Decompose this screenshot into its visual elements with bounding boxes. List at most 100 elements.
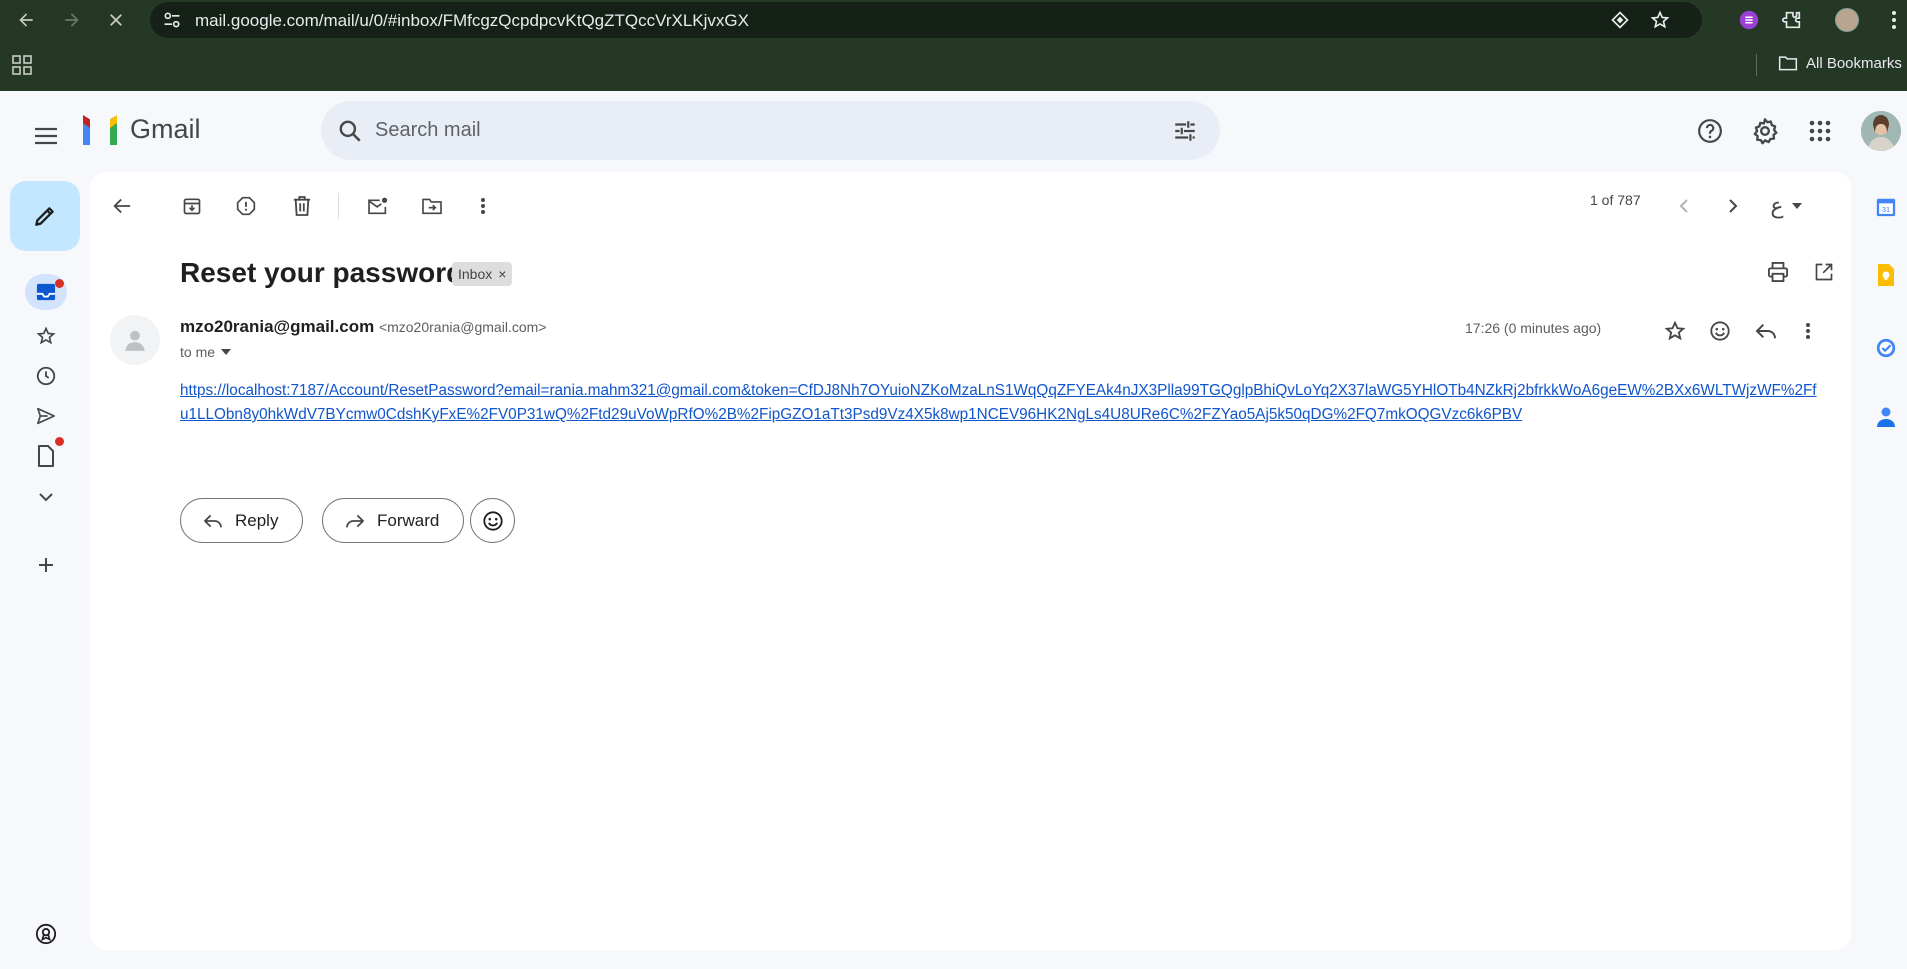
pencil-icon — [32, 203, 58, 229]
reply-icon — [203, 513, 223, 529]
account-avatar[interactable] — [1861, 111, 1901, 151]
folder-move-icon — [421, 197, 443, 215]
lens-icon[interactable] — [1610, 10, 1630, 30]
draft-file-icon — [37, 445, 55, 467]
message-more-button[interactable] — [1790, 313, 1826, 349]
add-reaction-button[interactable] — [1702, 313, 1738, 349]
rail-snoozed[interactable] — [26, 360, 66, 392]
sender-avatar — [110, 315, 160, 365]
address-bar[interactable]: mail.google.com/mail/u/0/#inbox/FMfcgzQc… — [150, 2, 1702, 38]
sender-email: <mzo20rania@gmail.com> — [378, 319, 547, 335]
badge-award-icon — [35, 923, 57, 945]
stop-loading-icon[interactable] — [102, 6, 130, 34]
extensions-puzzle-icon[interactable] — [1778, 6, 1806, 34]
chevron-right-icon — [1728, 198, 1738, 214]
contacts-icon[interactable] — [1871, 402, 1901, 432]
sender-name[interactable]: mzo20rania@gmail.com — [180, 317, 374, 336]
reset-password-link[interactable]: https://localhost:7187/Account/ResetPass… — [180, 379, 1820, 427]
url-text: mail.google.com/mail/u/0/#inbox/FMfcgzQc… — [195, 11, 749, 30]
archive-icon — [182, 196, 202, 216]
extension-purple-icon[interactable] — [1735, 6, 1763, 34]
older-button[interactable] — [1715, 188, 1751, 224]
search-bar[interactable] — [321, 101, 1220, 160]
gmail-logo[interactable]: Gmail — [80, 114, 201, 145]
search-options-icon[interactable] — [1172, 118, 1198, 144]
report-spam-button[interactable] — [228, 188, 264, 224]
toolbar-separator — [338, 193, 339, 219]
bookmark-star-icon[interactable] — [1650, 10, 1670, 30]
inbox-notification-dot — [55, 279, 64, 288]
arrow-left-icon — [112, 197, 132, 215]
reply-button[interactable] — [1748, 313, 1784, 349]
caret-down-icon — [221, 349, 232, 355]
main-menu-icon[interactable] — [26, 116, 66, 156]
send-icon — [36, 407, 56, 425]
forward-icon — [345, 513, 365, 529]
newer-button[interactable] — [1666, 188, 1702, 224]
back-to-inbox-button[interactable] — [104, 188, 140, 224]
reply-action-button[interactable]: Reply — [180, 498, 304, 543]
back-arrow-icon[interactable] — [12, 6, 40, 34]
more-vert-icon — [480, 197, 486, 215]
delete-button[interactable] — [284, 188, 320, 224]
input-tools-button[interactable]: ع — [1758, 188, 1814, 224]
trash-icon — [293, 196, 311, 216]
caret-down-icon — [1791, 203, 1802, 209]
forward-action-button[interactable]: Forward — [322, 498, 465, 543]
print-button[interactable] — [1760, 254, 1796, 290]
all-bookmarks-button[interactable]: All Bookmarks — [1778, 54, 1902, 72]
emoji-icon — [1709, 320, 1731, 342]
profile-avatar[interactable] — [1833, 6, 1861, 34]
label-text: Inbox — [458, 266, 493, 282]
svg-text:31: 31 — [1882, 205, 1890, 214]
settings-gear-icon[interactable] — [1745, 111, 1785, 151]
forward-arrow-icon[interactable] — [58, 6, 86, 34]
bookmark-separator — [1756, 54, 1757, 76]
gmail-brand-text: Gmail — [130, 114, 201, 144]
star-message-button[interactable] — [1657, 313, 1693, 349]
forward-label: Forward — [377, 510, 440, 530]
gmail-m-icon — [80, 114, 120, 145]
chevron-down-icon — [38, 492, 54, 502]
calendar-icon[interactable]: 31 — [1871, 192, 1901, 222]
archive-button[interactable] — [174, 188, 210, 224]
apps-grid-icon[interactable] — [12, 55, 32, 75]
compose-button[interactable] — [10, 181, 80, 251]
move-to-button[interactable] — [414, 188, 450, 224]
mark-unread-button[interactable] — [360, 188, 396, 224]
star-icon — [1664, 320, 1686, 342]
inbox-icon — [35, 282, 57, 302]
react-emoji-button[interactable] — [470, 498, 515, 543]
search-input[interactable] — [375, 113, 1135, 147]
recipient-text: to me — [180, 344, 216, 360]
google-apps-icon[interactable] — [1800, 111, 1840, 151]
keep-icon[interactable] — [1871, 260, 1901, 290]
star-icon — [36, 326, 56, 346]
rail-sent[interactable] — [26, 400, 66, 432]
spam-icon — [236, 196, 256, 216]
site-settings-icon[interactable] — [162, 10, 182, 30]
mail-unread-icon — [367, 197, 389, 215]
clock-icon — [35, 365, 57, 387]
print-icon — [1767, 262, 1789, 282]
plus-icon — [37, 556, 55, 574]
emoji-icon — [482, 510, 504, 532]
open-new-window-button[interactable] — [1806, 254, 1842, 290]
inbox-label-chip[interactable]: Inbox × — [452, 262, 513, 286]
browser-menu-icon[interactable] — [1880, 6, 1907, 34]
reply-icon — [1755, 322, 1777, 340]
help-icon[interactable] — [1690, 111, 1730, 151]
search-icon[interactable] — [337, 118, 363, 144]
remove-label-button[interactable]: × — [498, 266, 506, 282]
rail-more[interactable] — [26, 481, 66, 513]
rail-create-label[interactable] — [26, 549, 66, 581]
rail-starred[interactable] — [26, 320, 66, 352]
recipient-details-toggle[interactable]: to me — [180, 344, 232, 360]
email-timestamp: 17:26 (0 minutes ago) — [1465, 320, 1602, 336]
more-actions-button[interactable] — [465, 188, 501, 224]
chevron-left-icon — [1679, 198, 1689, 214]
rail-upgrade[interactable] — [26, 918, 66, 950]
reply-label: Reply — [235, 510, 279, 530]
tasks-icon[interactable] — [1871, 333, 1901, 363]
more-vert-icon — [1805, 322, 1811, 340]
